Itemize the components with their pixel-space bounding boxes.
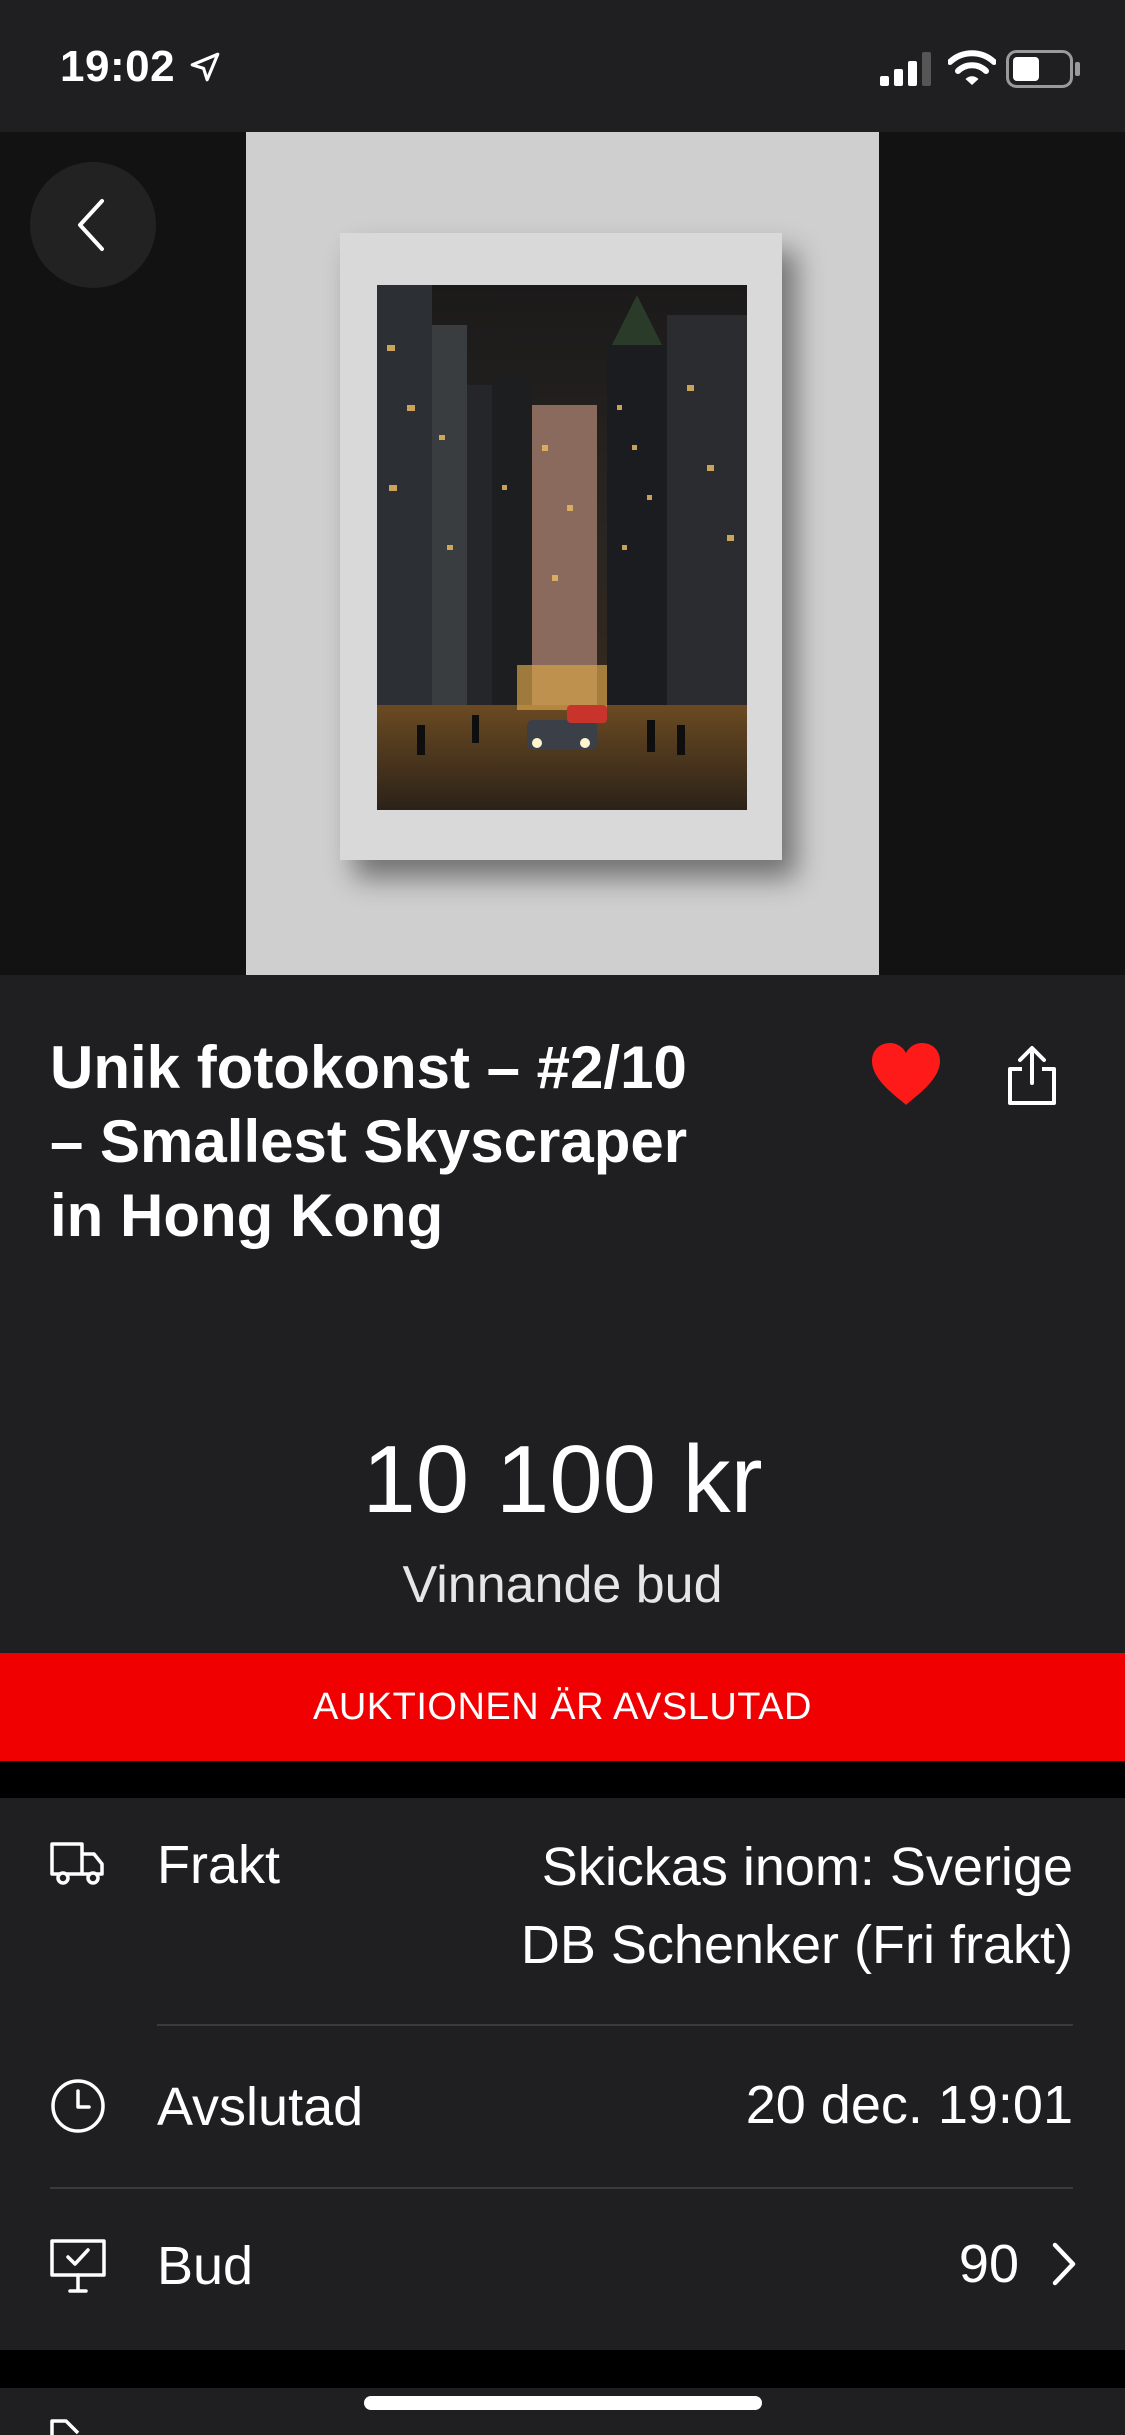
shipping-method: DB Schenker (Fri frakt) [520,1915,1073,1975]
ended-row: Avslutad 20 dec. 19:01 [0,2026,1125,2189]
clock-icon [51,2079,105,2133]
photo-frame [340,233,782,860]
listing-title: Unik fotokonst – #2/10 – Smallest Skyscr… [50,1034,688,1249]
bids-label: Bud [157,2236,254,2296]
shipping-label: Frakt [157,1835,281,1895]
winning-bid-label: Vinnande bud [402,1556,723,1614]
truck-icon [50,1842,104,1885]
wifi-icon [948,50,996,85]
shipping-destination: Skickas inom: Sverige [541,1837,1073,1897]
chevron-left-icon [78,199,104,251]
listing-info: Unik fotokonst – #2/10 – Smallest Skyscr… [0,975,1125,1653]
status-bar: 19:02 [0,0,1125,132]
heart-icon[interactable] [870,1041,942,1107]
tag-icon [50,2419,80,2435]
status-time: 19:02 [60,42,176,91]
home-indicator[interactable] [364,2396,762,2410]
chevron-right-icon [1052,2242,1076,2286]
city-night-photo [377,285,747,810]
ended-datetime: 20 dec. 19:01 [745,2075,1073,2135]
winning-bid-amount: 10 100 kr [362,1426,763,1533]
back-button[interactable] [30,162,156,288]
photo-mat [246,132,879,975]
auction-ended-text: AUKTIONEN ÄR AVSLUTAD [313,1686,812,1728]
bid-sign-icon [50,2239,106,2293]
location-arrow-icon [190,52,220,82]
shipping-row: Frakt Skickas inom: Sverige DB Schenker … [0,1798,1125,2026]
share-icon[interactable] [1006,1045,1058,1107]
auction-ended-banner: AUKTIONEN ÄR AVSLUTAD [0,1653,1125,1761]
ended-label: Avslutad [157,2077,364,2137]
bids-row[interactable]: Bud 90 [0,2189,1125,2350]
battery-icon [1006,50,1080,88]
bids-count: 90 [958,2234,1019,2294]
cellular-signal-icon [880,52,931,86]
listing-details: Frakt Skickas inom: Sverige DB Schenker … [0,1798,1125,2350]
listing-image[interactable] [0,132,1125,975]
